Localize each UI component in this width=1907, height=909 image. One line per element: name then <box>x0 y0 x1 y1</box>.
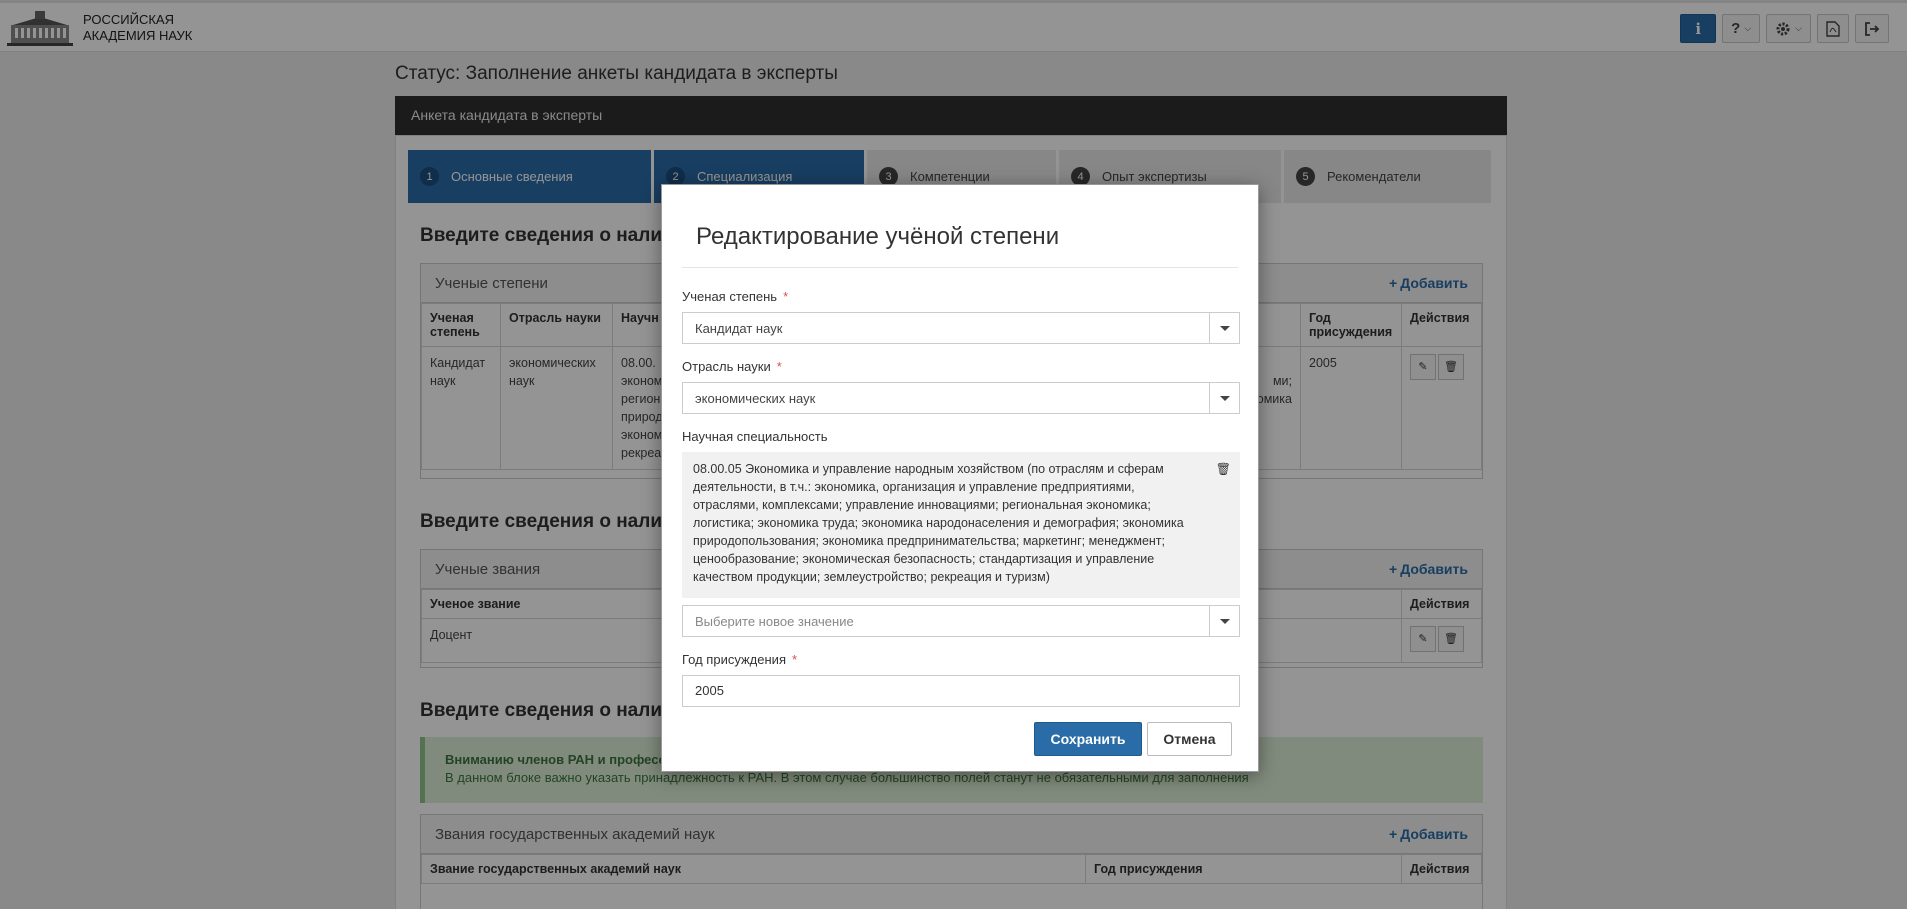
edit-degree-modal: Редактирование учёной степени Ученая сте… <box>661 184 1259 772</box>
remove-specialty-button[interactable]: 🗑 <box>1216 460 1231 478</box>
year-input[interactable]: 2005 <box>682 675 1240 707</box>
specialty-select-placeholder: Выберите новое значение <box>695 613 854 629</box>
field-select[interactable]: экономических наук <box>682 382 1240 414</box>
field-select-value: экономических наук <box>695 390 816 406</box>
spec-label: Научная специальность <box>682 429 828 444</box>
chevron-down-icon[interactable] <box>1209 383 1239 413</box>
specialty-select[interactable]: Выберите новое значение <box>682 605 1240 637</box>
specialty-text: 08.00.05 Экономика и управление народным… <box>693 462 1184 584</box>
selected-specialty: 08.00.05 Экономика и управление народным… <box>682 452 1240 598</box>
save-button[interactable]: Сохранить <box>1034 722 1142 756</box>
required-mark: * <box>791 652 798 667</box>
year-label: Год присуждения * <box>682 652 797 667</box>
trash-icon: 🗑 <box>1215 462 1231 476</box>
degree-label-text: Ученая степень <box>682 289 778 304</box>
year-label-text: Год присуждения <box>682 652 786 667</box>
field-label-text: Отрасль науки <box>682 359 771 374</box>
modal-title: Редактирование учёной степени <box>696 223 1060 250</box>
field-label: Отрасль науки * <box>682 359 782 374</box>
chevron-down-icon[interactable] <box>1209 313 1239 343</box>
degree-select-value: Кандидат наук <box>695 320 783 336</box>
cancel-button[interactable]: Отмена <box>1147 722 1232 756</box>
degree-select[interactable]: Кандидат наук <box>682 312 1240 344</box>
required-mark: * <box>783 289 789 304</box>
modal-divider <box>682 267 1238 268</box>
degree-label: Ученая степень * <box>682 289 788 304</box>
required-mark: * <box>776 359 782 374</box>
chevron-down-icon[interactable] <box>1209 606 1239 636</box>
